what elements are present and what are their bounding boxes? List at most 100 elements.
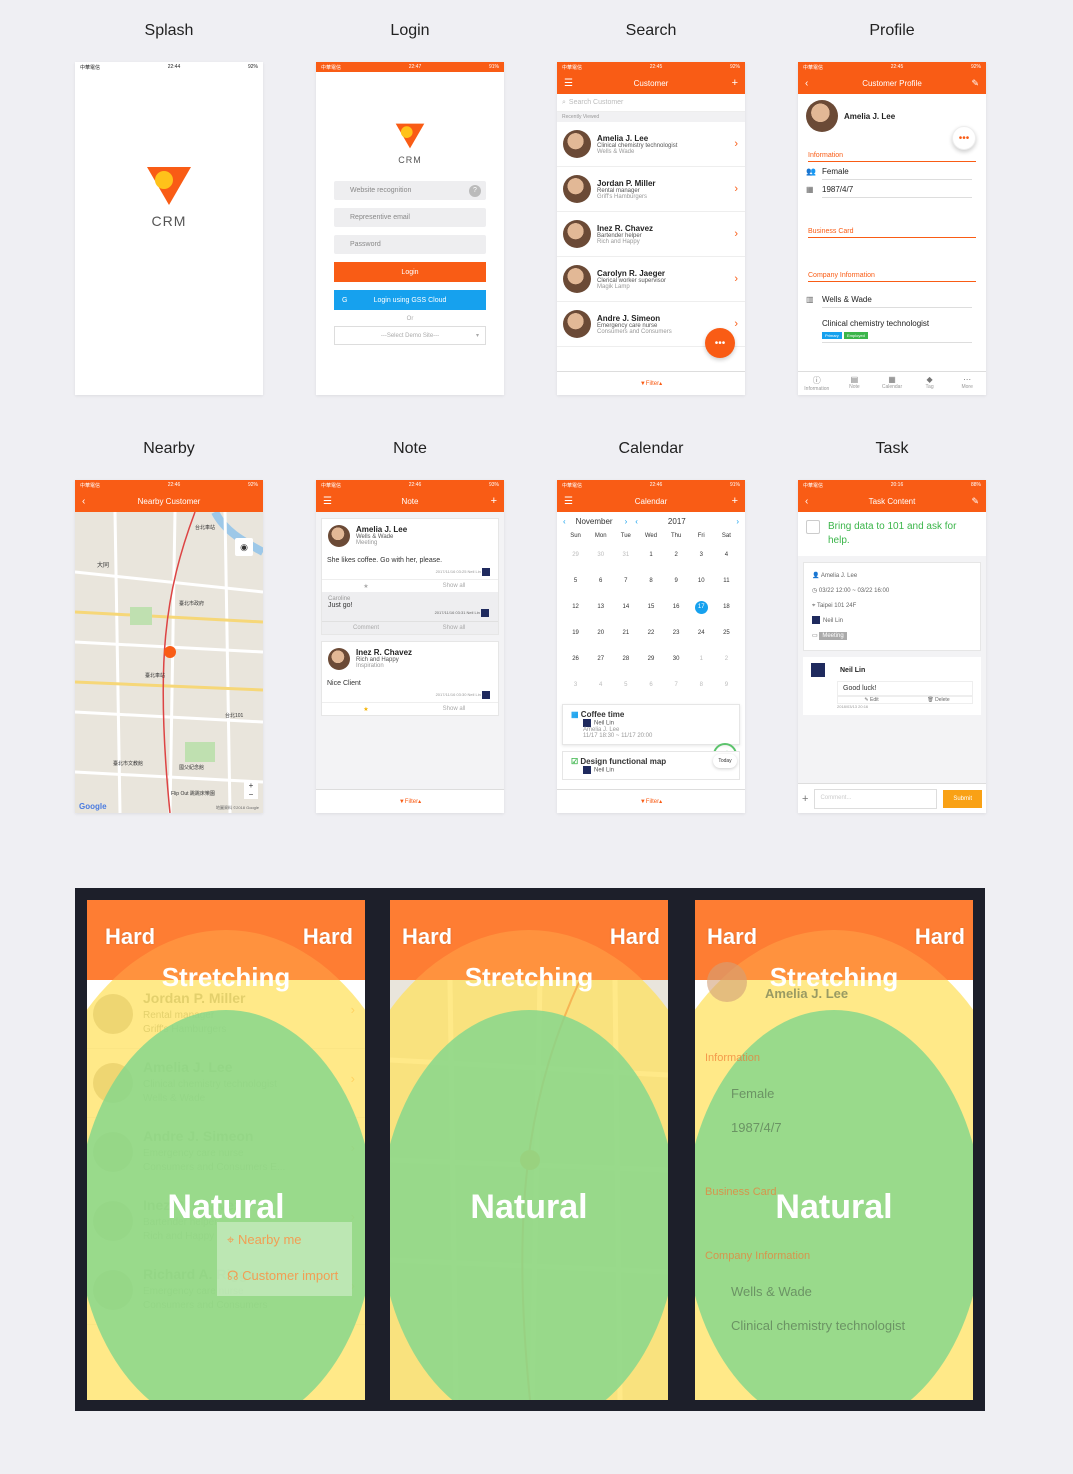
day-cell[interactable]: 3 xyxy=(689,542,714,568)
day-cell[interactable]: 2 xyxy=(664,542,689,568)
add-icon[interactable]: + xyxy=(802,793,808,805)
delete-comment-button[interactable]: 🗑 Delete xyxy=(905,697,972,703)
back-icon[interactable]: ‹ xyxy=(805,496,808,507)
day-cell[interactable]: 30 xyxy=(664,646,689,672)
email-input[interactable]: Representive email xyxy=(334,208,486,227)
day-cell[interactable]: 22 xyxy=(638,620,663,646)
edit-comment-button[interactable]: ✎ Edit xyxy=(838,697,905,703)
day-cell[interactable]: 4 xyxy=(714,542,739,568)
more-fab[interactable]: ••• xyxy=(705,328,735,358)
day-cell[interactable]: 17 xyxy=(689,594,714,620)
tab-tag[interactable]: ◆ Tag xyxy=(911,372,949,395)
note-card[interactable]: Inez R. Chavez Rich and Happy Inspiratio… xyxy=(321,641,499,716)
prev-year-icon[interactable]: ‹ xyxy=(635,517,638,526)
locate-icon[interactable]: ◉ xyxy=(235,538,253,556)
day-cell[interactable]: 9 xyxy=(664,568,689,594)
day-cell[interactable]: 24 xyxy=(689,620,714,646)
back-icon[interactable]: ‹ xyxy=(82,496,85,507)
day-cell[interactable]: 2 xyxy=(714,646,739,672)
show-all-link[interactable]: Show all xyxy=(410,706,498,712)
day-cell[interactable]: 6 xyxy=(638,672,663,698)
day-cell[interactable]: 12 xyxy=(563,594,588,620)
prev-month-icon[interactable]: ‹ xyxy=(563,517,566,526)
day-cell[interactable]: 1 xyxy=(689,646,714,672)
show-all-link[interactable]: Show all xyxy=(410,625,498,631)
day-cell[interactable]: 18 xyxy=(714,594,739,620)
day-cell[interactable]: 5 xyxy=(563,568,588,594)
star-icon[interactable]: ★ xyxy=(322,706,410,713)
day-cell[interactable]: 4 xyxy=(588,672,613,698)
website-input[interactable]: Website recognition ? xyxy=(334,181,486,200)
day-cell[interactable]: 21 xyxy=(613,620,638,646)
add-icon[interactable]: + xyxy=(732,77,738,89)
day-cell[interactable]: 16 xyxy=(664,594,689,620)
customer-row[interactable]: Carolyn R. Jaeger Clerical worker supervi… xyxy=(557,257,745,302)
tab-more[interactable]: ⋯ More xyxy=(948,372,986,395)
comment-link[interactable]: Comment xyxy=(322,625,410,631)
next-year-icon[interactable]: › xyxy=(736,517,739,526)
map[interactable]: 台北車站 大同 臺北市政府 國父紀念館 Flip Out 跳跳床樂園 臺北市文教… xyxy=(75,512,263,813)
day-cell[interactable]: 23 xyxy=(664,620,689,646)
more-button[interactable]: ••• xyxy=(952,126,976,150)
day-cell[interactable]: 1 xyxy=(638,542,663,568)
comment-input[interactable]: Comment... xyxy=(814,788,938,809)
tab-calendar[interactable]: ▦ Calendar xyxy=(873,372,911,395)
day-cell[interactable]: 11 xyxy=(714,568,739,594)
edit-icon[interactable]: ✎ xyxy=(971,496,979,507)
task-checkbox[interactable] xyxy=(806,520,820,534)
edit-icon[interactable]: ✎ xyxy=(971,78,979,89)
day-cell[interactable]: 30 xyxy=(588,542,613,568)
search-input[interactable]: ⌕ Search Customer xyxy=(557,94,745,112)
day-cell[interactable]: 13 xyxy=(588,594,613,620)
day-cell[interactable]: 19 xyxy=(563,620,588,646)
event-card[interactable]: ▦ Coffee time Neil Lin Amelia J. Lee 11/… xyxy=(562,704,740,767)
filter-bar[interactable]: ▼ Filter ▴ xyxy=(316,789,504,813)
zoom-in-button[interactable]: + xyxy=(244,781,258,790)
zoom-out-button[interactable]: − xyxy=(244,790,258,799)
menu-icon[interactable]: ☰ xyxy=(323,496,332,507)
day-cell[interactable]: 6 xyxy=(588,568,613,594)
event-card[interactable]: ☑ Design functional map Neil Lin Today xyxy=(562,751,740,780)
checkbox-icon[interactable]: ☑ xyxy=(571,757,578,766)
day-cell[interactable]: 9 xyxy=(714,672,739,698)
day-cell[interactable]: 26 xyxy=(563,646,588,672)
day-cell[interactable]: 8 xyxy=(638,568,663,594)
submit-button[interactable]: Submit xyxy=(943,789,982,808)
day-cell[interactable]: 29 xyxy=(638,646,663,672)
day-cell[interactable]: 20 xyxy=(588,620,613,646)
day-cell[interactable]: 14 xyxy=(613,594,638,620)
filter-bar[interactable]: ▼ Filter ▴ xyxy=(557,371,745,395)
menu-icon[interactable]: ☰ xyxy=(564,496,573,507)
day-cell[interactable]: 31 xyxy=(613,542,638,568)
day-cell[interactable]: 7 xyxy=(613,568,638,594)
menu-icon[interactable]: ☰ xyxy=(564,78,573,89)
show-all-link[interactable]: Show all xyxy=(410,583,498,589)
demo-site-select[interactable]: ---Select Demo Site--- ▾ xyxy=(334,326,486,345)
day-cell[interactable]: 28 xyxy=(613,646,638,672)
help-icon[interactable]: ? xyxy=(469,184,481,197)
day-cell[interactable]: 3 xyxy=(563,672,588,698)
day-cell[interactable]: 15 xyxy=(638,594,663,620)
day-cell[interactable]: 5 xyxy=(613,672,638,698)
note-card[interactable]: Amelia J. Lee Wells & Wade Meeting She l… xyxy=(321,518,499,635)
day-cell[interactable]: 7 xyxy=(664,672,689,698)
tab-note[interactable]: ▤ Note xyxy=(836,372,874,395)
login-button[interactable]: Login xyxy=(334,262,486,282)
back-icon[interactable]: ‹ xyxy=(805,78,808,89)
next-month-icon[interactable]: › xyxy=(625,517,628,526)
customer-row[interactable]: Jordan P. Miller Rental manager Griff's Ha… xyxy=(557,167,745,212)
day-cell[interactable]: 10 xyxy=(689,568,714,594)
customer-row[interactable]: Inez R. Chavez Bartender helper Rich and H… xyxy=(557,212,745,257)
add-icon[interactable]: + xyxy=(491,495,497,507)
day-cell[interactable]: 27 xyxy=(588,646,613,672)
customer-row[interactable]: Amelia J. Lee Clinical chemistry technolo… xyxy=(557,122,745,167)
day-cell[interactable]: 25 xyxy=(714,620,739,646)
day-cell[interactable]: 29 xyxy=(563,542,588,568)
tab-information[interactable]: ⓘ Information xyxy=(798,372,836,395)
gss-login-button[interactable]: G Login using GSS Cloud xyxy=(334,290,486,310)
today-button[interactable]: Today xyxy=(713,754,737,768)
star-icon[interactable]: ★ xyxy=(322,583,410,590)
add-icon[interactable]: + xyxy=(732,495,738,507)
filter-bar[interactable]: ▼ Filter ▴ xyxy=(557,789,745,813)
day-cell[interactable]: 8 xyxy=(689,672,714,698)
